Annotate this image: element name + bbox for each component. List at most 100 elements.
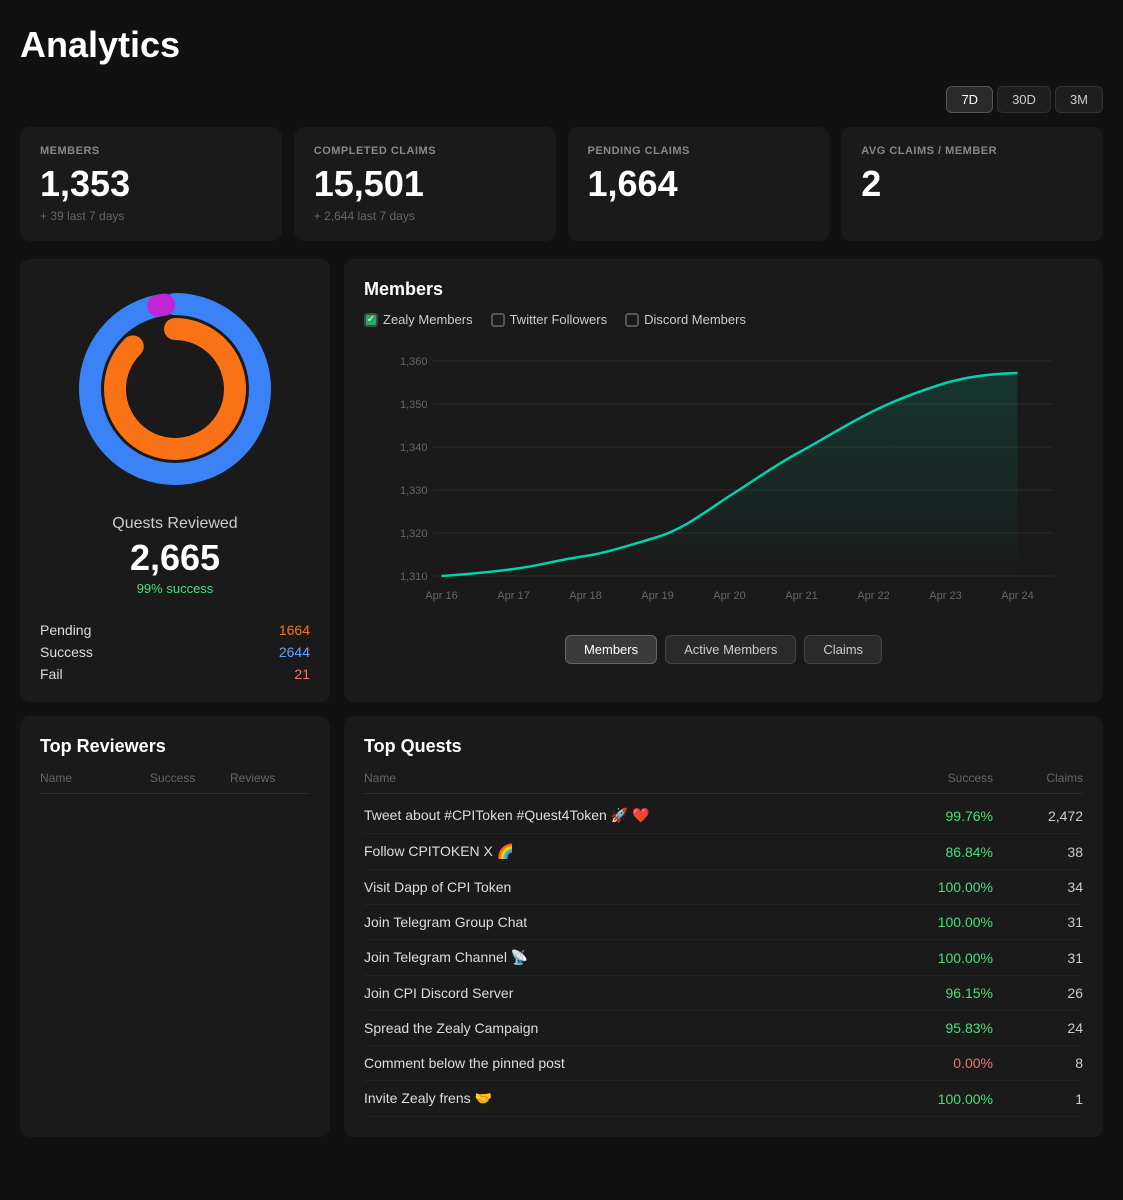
time-filter-7d[interactable]: 7D bbox=[946, 86, 993, 113]
stat-pending-value: 1,664 bbox=[588, 163, 810, 205]
quest-row-4: Join Telegram Channel 📡 100.00% 31 bbox=[364, 940, 1083, 976]
stat-members-sub: + 39 last 7 days bbox=[40, 209, 262, 223]
quest-claims-4: 31 bbox=[1003, 950, 1083, 966]
chart-legend: Zealy Members Twitter Followers Discord … bbox=[364, 312, 1083, 327]
top-quests-title: Top Quests bbox=[364, 736, 1083, 757]
legend-discord-check[interactable] bbox=[625, 313, 639, 327]
legend-discord: Discord Members bbox=[625, 312, 746, 327]
quests-col-name: Name bbox=[364, 771, 903, 785]
chart-tabs: Members Active Members Claims bbox=[364, 635, 1083, 664]
donut-chart bbox=[65, 279, 285, 499]
stat-pending-label: PENDING CLAIMS bbox=[588, 145, 810, 157]
quest-claims-3: 31 bbox=[1003, 914, 1083, 930]
donut-card: Quests Reviewed 2,665 99% success Pendin… bbox=[20, 259, 330, 702]
legend-discord-label: Discord Members bbox=[644, 312, 746, 327]
main-grid: Quests Reviewed 2,665 99% success Pendin… bbox=[20, 259, 1103, 702]
bottom-grid: Top Reviewers Name Success Reviews Top Q… bbox=[20, 716, 1103, 1137]
tab-members[interactable]: Members bbox=[565, 635, 657, 664]
quest-name-3: Join Telegram Group Chat bbox=[364, 914, 903, 930]
quests-col-claims: Claims bbox=[1003, 771, 1083, 785]
members-chart-title: Members bbox=[364, 279, 1083, 300]
quest-row-2: Visit Dapp of CPI Token 100.00% 34 bbox=[364, 870, 1083, 905]
fail-row: Fail 21 bbox=[40, 666, 310, 682]
legend-zealy-label: Zealy Members bbox=[383, 312, 473, 327]
quest-success-5: 96.15% bbox=[903, 985, 1003, 1001]
quests-breakdown: Pending 1664 Success 2644 Fail 21 bbox=[40, 622, 310, 682]
svg-text:1,310: 1,310 bbox=[400, 571, 428, 583]
time-filter-3m[interactable]: 3M bbox=[1055, 86, 1103, 113]
svg-text:1,330: 1,330 bbox=[400, 485, 428, 497]
quest-success-0: 99.76% bbox=[903, 808, 1003, 824]
quest-success-7: 0.00% bbox=[903, 1055, 1003, 1071]
stat-completed-label: COMPLETED CLAIMS bbox=[314, 145, 536, 157]
pending-label: Pending bbox=[40, 622, 91, 638]
page-title: Analytics bbox=[20, 24, 1103, 66]
reviewers-header: Name Success Reviews bbox=[40, 771, 310, 794]
svg-text:Apr 19: Apr 19 bbox=[641, 590, 673, 602]
time-filter-group: 7D 30D 3M bbox=[20, 86, 1103, 113]
quest-success-8: 100.00% bbox=[903, 1091, 1003, 1107]
quest-success-6: 95.83% bbox=[903, 1020, 1003, 1036]
svg-text:1,320: 1,320 bbox=[400, 528, 428, 540]
quest-success-2: 100.00% bbox=[903, 879, 1003, 895]
members-chart-card: Members Zealy Members Twitter Followers … bbox=[344, 259, 1103, 702]
top-reviewers-card: Top Reviewers Name Success Reviews bbox=[20, 716, 330, 1137]
svg-text:Apr 16: Apr 16 bbox=[425, 590, 457, 602]
quest-claims-7: 8 bbox=[1003, 1055, 1083, 1071]
quest-name-6: Spread the Zealy Campaign bbox=[364, 1020, 903, 1036]
quests-reviewed-label: Quests Reviewed bbox=[112, 515, 237, 533]
quest-row-6: Spread the Zealy Campaign 95.83% 24 bbox=[364, 1011, 1083, 1046]
success-row: Success 2644 bbox=[40, 644, 310, 660]
reviewers-col-reviews: Reviews bbox=[230, 771, 310, 785]
quest-name-7: Comment below the pinned post bbox=[364, 1055, 903, 1071]
tab-active-members[interactable]: Active Members bbox=[665, 635, 796, 664]
pending-row: Pending 1664 bbox=[40, 622, 310, 638]
quest-name-1: Follow CPITOKEN X 🌈 bbox=[364, 843, 903, 860]
quest-row-3: Join Telegram Group Chat 100.00% 31 bbox=[364, 905, 1083, 940]
svg-text:Apr 22: Apr 22 bbox=[857, 590, 889, 602]
stat-pending: PENDING CLAIMS 1,664 bbox=[568, 127, 830, 241]
svg-text:Apr 17: Apr 17 bbox=[497, 590, 529, 602]
time-filter-30d[interactable]: 30D bbox=[997, 86, 1051, 113]
quest-row-8: Invite Zealy frens 🤝 100.00% 1 bbox=[364, 1081, 1083, 1117]
quest-success-3: 100.00% bbox=[903, 914, 1003, 930]
svg-text:Apr 18: Apr 18 bbox=[569, 590, 601, 602]
legend-twitter-check[interactable] bbox=[491, 313, 505, 327]
svg-text:1,340: 1,340 bbox=[400, 442, 428, 454]
quest-row-7: Comment below the pinned post 0.00% 8 bbox=[364, 1046, 1083, 1081]
quest-name-2: Visit Dapp of CPI Token bbox=[364, 879, 903, 895]
stat-completed-sub: + 2,644 last 7 days bbox=[314, 209, 536, 223]
svg-text:Apr 23: Apr 23 bbox=[929, 590, 961, 602]
legend-twitter-label: Twitter Followers bbox=[510, 312, 608, 327]
quests-col-success: Success bbox=[903, 771, 1003, 785]
quest-claims-8: 1 bbox=[1003, 1091, 1083, 1107]
svg-text:Apr 21: Apr 21 bbox=[785, 590, 817, 602]
stat-members-label: MEMBERS bbox=[40, 145, 262, 157]
stat-avg-value: 2 bbox=[861, 163, 1083, 205]
stat-avg-label: AVG CLAIMS / MEMBER bbox=[861, 145, 1083, 157]
quest-rows: Tweet about #CPIToken #Quest4Token 🚀 ❤️ … bbox=[364, 798, 1083, 1117]
legend-zealy-check[interactable] bbox=[364, 313, 378, 327]
stat-completed-value: 15,501 bbox=[314, 163, 536, 205]
legend-twitter: Twitter Followers bbox=[491, 312, 608, 327]
legend-zealy: Zealy Members bbox=[364, 312, 473, 327]
svg-text:1,350: 1,350 bbox=[400, 399, 428, 411]
tab-claims[interactable]: Claims bbox=[804, 635, 882, 664]
fail-value: 21 bbox=[294, 666, 310, 682]
top-reviewers-title: Top Reviewers bbox=[40, 736, 310, 757]
svg-text:Apr 24: Apr 24 bbox=[1001, 590, 1033, 602]
quest-success-1: 86.84% bbox=[903, 844, 1003, 860]
quest-row-5: Join CPI Discord Server 96.15% 26 bbox=[364, 976, 1083, 1011]
svg-text:1,360: 1,360 bbox=[400, 356, 428, 368]
chart-area: 1,360 1,350 1,340 1,330 1,320 1,310 Apr … bbox=[364, 341, 1083, 621]
quests-header: Name Success Claims bbox=[364, 771, 1083, 794]
reviewers-col-success: Success bbox=[150, 771, 230, 785]
line-chart-svg: 1,360 1,350 1,340 1,330 1,320 1,310 Apr … bbox=[364, 341, 1083, 621]
top-quests-card: Top Quests Name Success Claims Tweet abo… bbox=[344, 716, 1103, 1137]
pending-value: 1664 bbox=[279, 622, 310, 638]
success-value: 2644 bbox=[279, 644, 310, 660]
svg-text:Apr 20: Apr 20 bbox=[713, 590, 745, 602]
reviewers-col-name: Name bbox=[40, 771, 150, 785]
stat-avg: AVG CLAIMS / MEMBER 2 bbox=[841, 127, 1103, 241]
stat-members-value: 1,353 bbox=[40, 163, 262, 205]
